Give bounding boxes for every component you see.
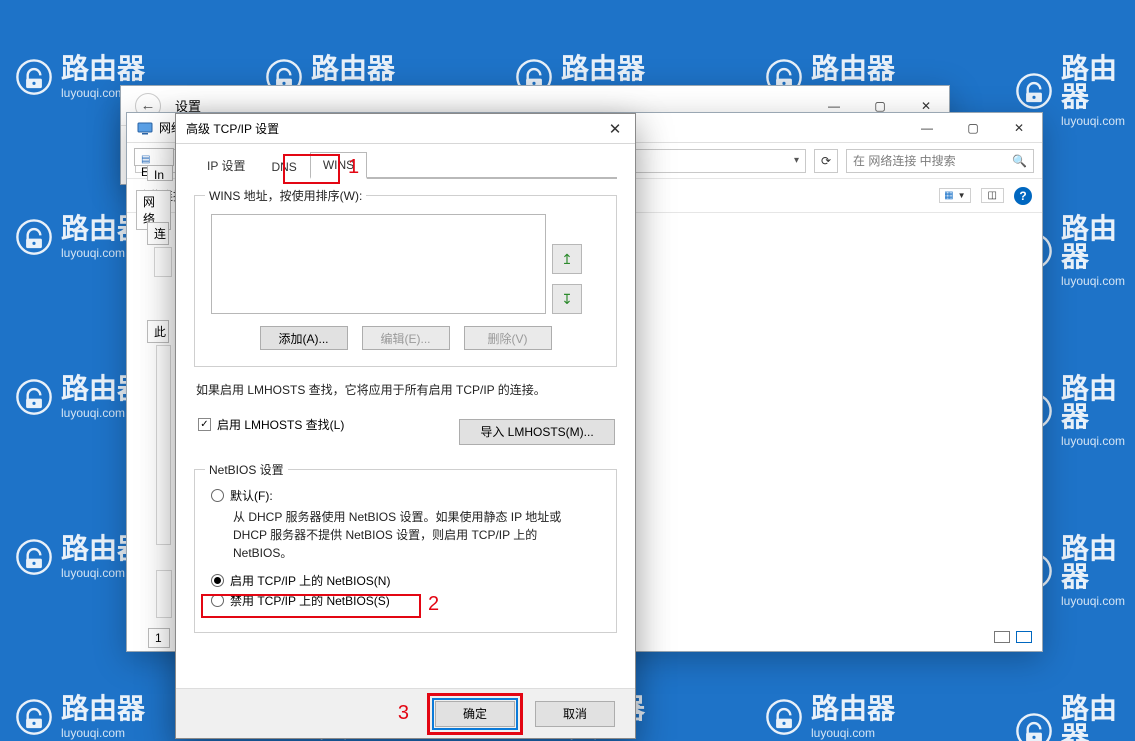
dialog-title: 高级 TCP/IP 设置 <box>186 120 279 137</box>
watermark-sub: luyouqi.com <box>1061 595 1135 607</box>
search-placeholder: 在 网络连接 中搜索 <box>853 152 956 169</box>
radio-selected-icon[interactable] <box>211 574 224 587</box>
watermark-title: 路由器 <box>1061 535 1135 591</box>
peek-ethernet-title: ▤ Ethe <box>134 148 174 166</box>
watermark-title: 路由器 <box>1061 375 1135 431</box>
status-bar-icons <box>994 631 1032 643</box>
preview-pane-button[interactable]: ◫ <box>981 188 1004 203</box>
annotation-box-3: 确定 <box>427 693 523 735</box>
lmhosts-note: 如果启用 LMHOSTS 查找，它将应用于所有启用 TCP/IP 的连接。 <box>196 381 615 398</box>
watermark-sub: luyouqi.com <box>811 727 895 739</box>
radio-icon[interactable] <box>211 594 224 607</box>
watermark: 路由器 luyouqi.com <box>15 695 145 739</box>
peek-this: 此 <box>147 320 169 343</box>
watermark-title: 路由器 <box>61 55 145 83</box>
tab-ip-settings[interactable]: IP 设置 <box>194 151 258 179</box>
radio-default[interactable]: 默认(F): <box>211 487 600 504</box>
radio-default-label: 默认(F): <box>230 487 273 504</box>
annotation-2: 2 <box>428 593 439 616</box>
router-lock-icon <box>15 698 53 736</box>
watermark-sub: luyouqi.com <box>1061 115 1135 127</box>
radio-icon[interactable] <box>211 489 224 502</box>
watermark: 路由器 luyouqi.com <box>765 695 895 739</box>
watermark-title: 路由器 <box>1061 55 1135 111</box>
tab-dns[interactable]: DNS <box>258 154 309 179</box>
nc-app-icon <box>137 120 153 136</box>
peek-one: 1 <box>148 628 170 648</box>
lmhosts-checkbox-row[interactable]: ✓ 启用 LMHOSTS 查找(L) <box>198 416 344 433</box>
watermark-title: 路由器 <box>561 55 645 83</box>
router-lock-icon <box>15 538 53 576</box>
remove-button: 删除(V) <box>464 326 552 350</box>
watermark-title: 路由器 <box>311 55 395 83</box>
tabs: IP 设置 DNS WINS <box>194 150 617 178</box>
annotation-1: 1 <box>348 156 359 179</box>
wins-address-list[interactable] <box>211 214 546 314</box>
checkbox-checked-icon[interactable]: ✓ <box>198 418 211 431</box>
peek-icon-box <box>154 247 172 277</box>
advanced-tcpip-dialog: 高级 TCP/IP 设置 ✕ IP 设置 DNS WINS 1 WINS 地址，… <box>175 113 636 739</box>
router-lock-icon <box>765 698 803 736</box>
minimize-button[interactable]: — <box>904 113 950 142</box>
close-button[interactable]: ✕ <box>996 113 1042 142</box>
move-down-button[interactable]: ↧ <box>552 284 582 314</box>
refresh-button[interactable]: ⟳ <box>814 149 838 173</box>
help-icon[interactable]: ? <box>1014 187 1032 205</box>
watermark-title: 路由器 <box>811 695 895 723</box>
ok-button[interactable]: 确定 <box>435 701 515 727</box>
cancel-button[interactable]: 取消 <box>535 701 615 727</box>
watermark-title: 路由器 <box>61 695 145 723</box>
dialog-titlebar: 高级 TCP/IP 设置 ✕ <box>176 114 635 144</box>
search-input[interactable]: 在 网络连接 中搜索 🔍 <box>846 149 1034 173</box>
view-large-icon[interactable] <box>1016 631 1032 643</box>
ethernet-icon: ▤ <box>141 154 150 165</box>
edit-button: 编辑(E)... <box>362 326 450 350</box>
refresh-icon: ⟳ <box>821 154 831 168</box>
router-lock-icon <box>1015 72 1053 110</box>
wins-legend: WINS 地址，按使用排序(W): <box>205 187 366 204</box>
search-icon[interactable]: 🔍 <box>1012 154 1027 168</box>
chevron-down-icon[interactable]: ▾ <box>794 155 799 166</box>
watermark-title: 路由器 <box>811 55 895 83</box>
watermark-title: 路由器 <box>1061 215 1135 271</box>
router-lock-icon <box>15 58 53 96</box>
view-details-icon[interactable] <box>994 631 1010 643</box>
watermark-title: 路由器 <box>1061 695 1135 741</box>
peek-ipv-title: In <box>147 165 173 181</box>
router-lock-icon <box>1015 712 1053 741</box>
dialog-footer: 3 确定 取消 <box>176 688 635 738</box>
peek-blank1 <box>156 570 172 618</box>
peek-conn: 连 <box>147 222 169 245</box>
peek-list <box>156 345 171 545</box>
move-up-button[interactable]: ↥ <box>552 244 582 274</box>
radio-disable-netbios[interactable]: 禁用 TCP/IP 上的 NetBIOS(S) <box>211 592 600 609</box>
radio-default-desc: 从 DHCP 服务器使用 NetBIOS 设置。如果使用静态 IP 地址或 DH… <box>233 508 573 562</box>
radio-disable-label: 禁用 TCP/IP 上的 NetBIOS(S) <box>230 592 390 609</box>
annotation-3: 3 <box>398 702 409 725</box>
add-button[interactable]: 添加(A)... <box>260 326 348 350</box>
import-lmhosts-button[interactable]: 导入 LMHOSTS(M)... <box>459 419 615 445</box>
watermark-sub: luyouqi.com <box>61 727 145 739</box>
watermark: 路由器luyouqi.com <box>1015 695 1135 741</box>
router-lock-icon <box>15 218 53 256</box>
radio-enable-label: 启用 TCP/IP 上的 NetBIOS(N) <box>230 572 390 589</box>
lmhosts-label: 启用 LMHOSTS 查找(L) <box>217 416 344 433</box>
router-lock-icon <box>15 378 53 416</box>
close-button[interactable]: ✕ <box>595 114 635 143</box>
view-thumb-button[interactable]: ▦ ▼ <box>939 188 970 203</box>
netbios-legend: NetBIOS 设置 <box>205 461 288 478</box>
watermark-sub: luyouqi.com <box>1061 435 1135 447</box>
maximize-button[interactable]: ▢ <box>950 113 996 142</box>
watermark-sub: luyouqi.com <box>1061 275 1135 287</box>
radio-enable-netbios[interactable]: 启用 TCP/IP 上的 NetBIOS(N) <box>211 572 600 589</box>
